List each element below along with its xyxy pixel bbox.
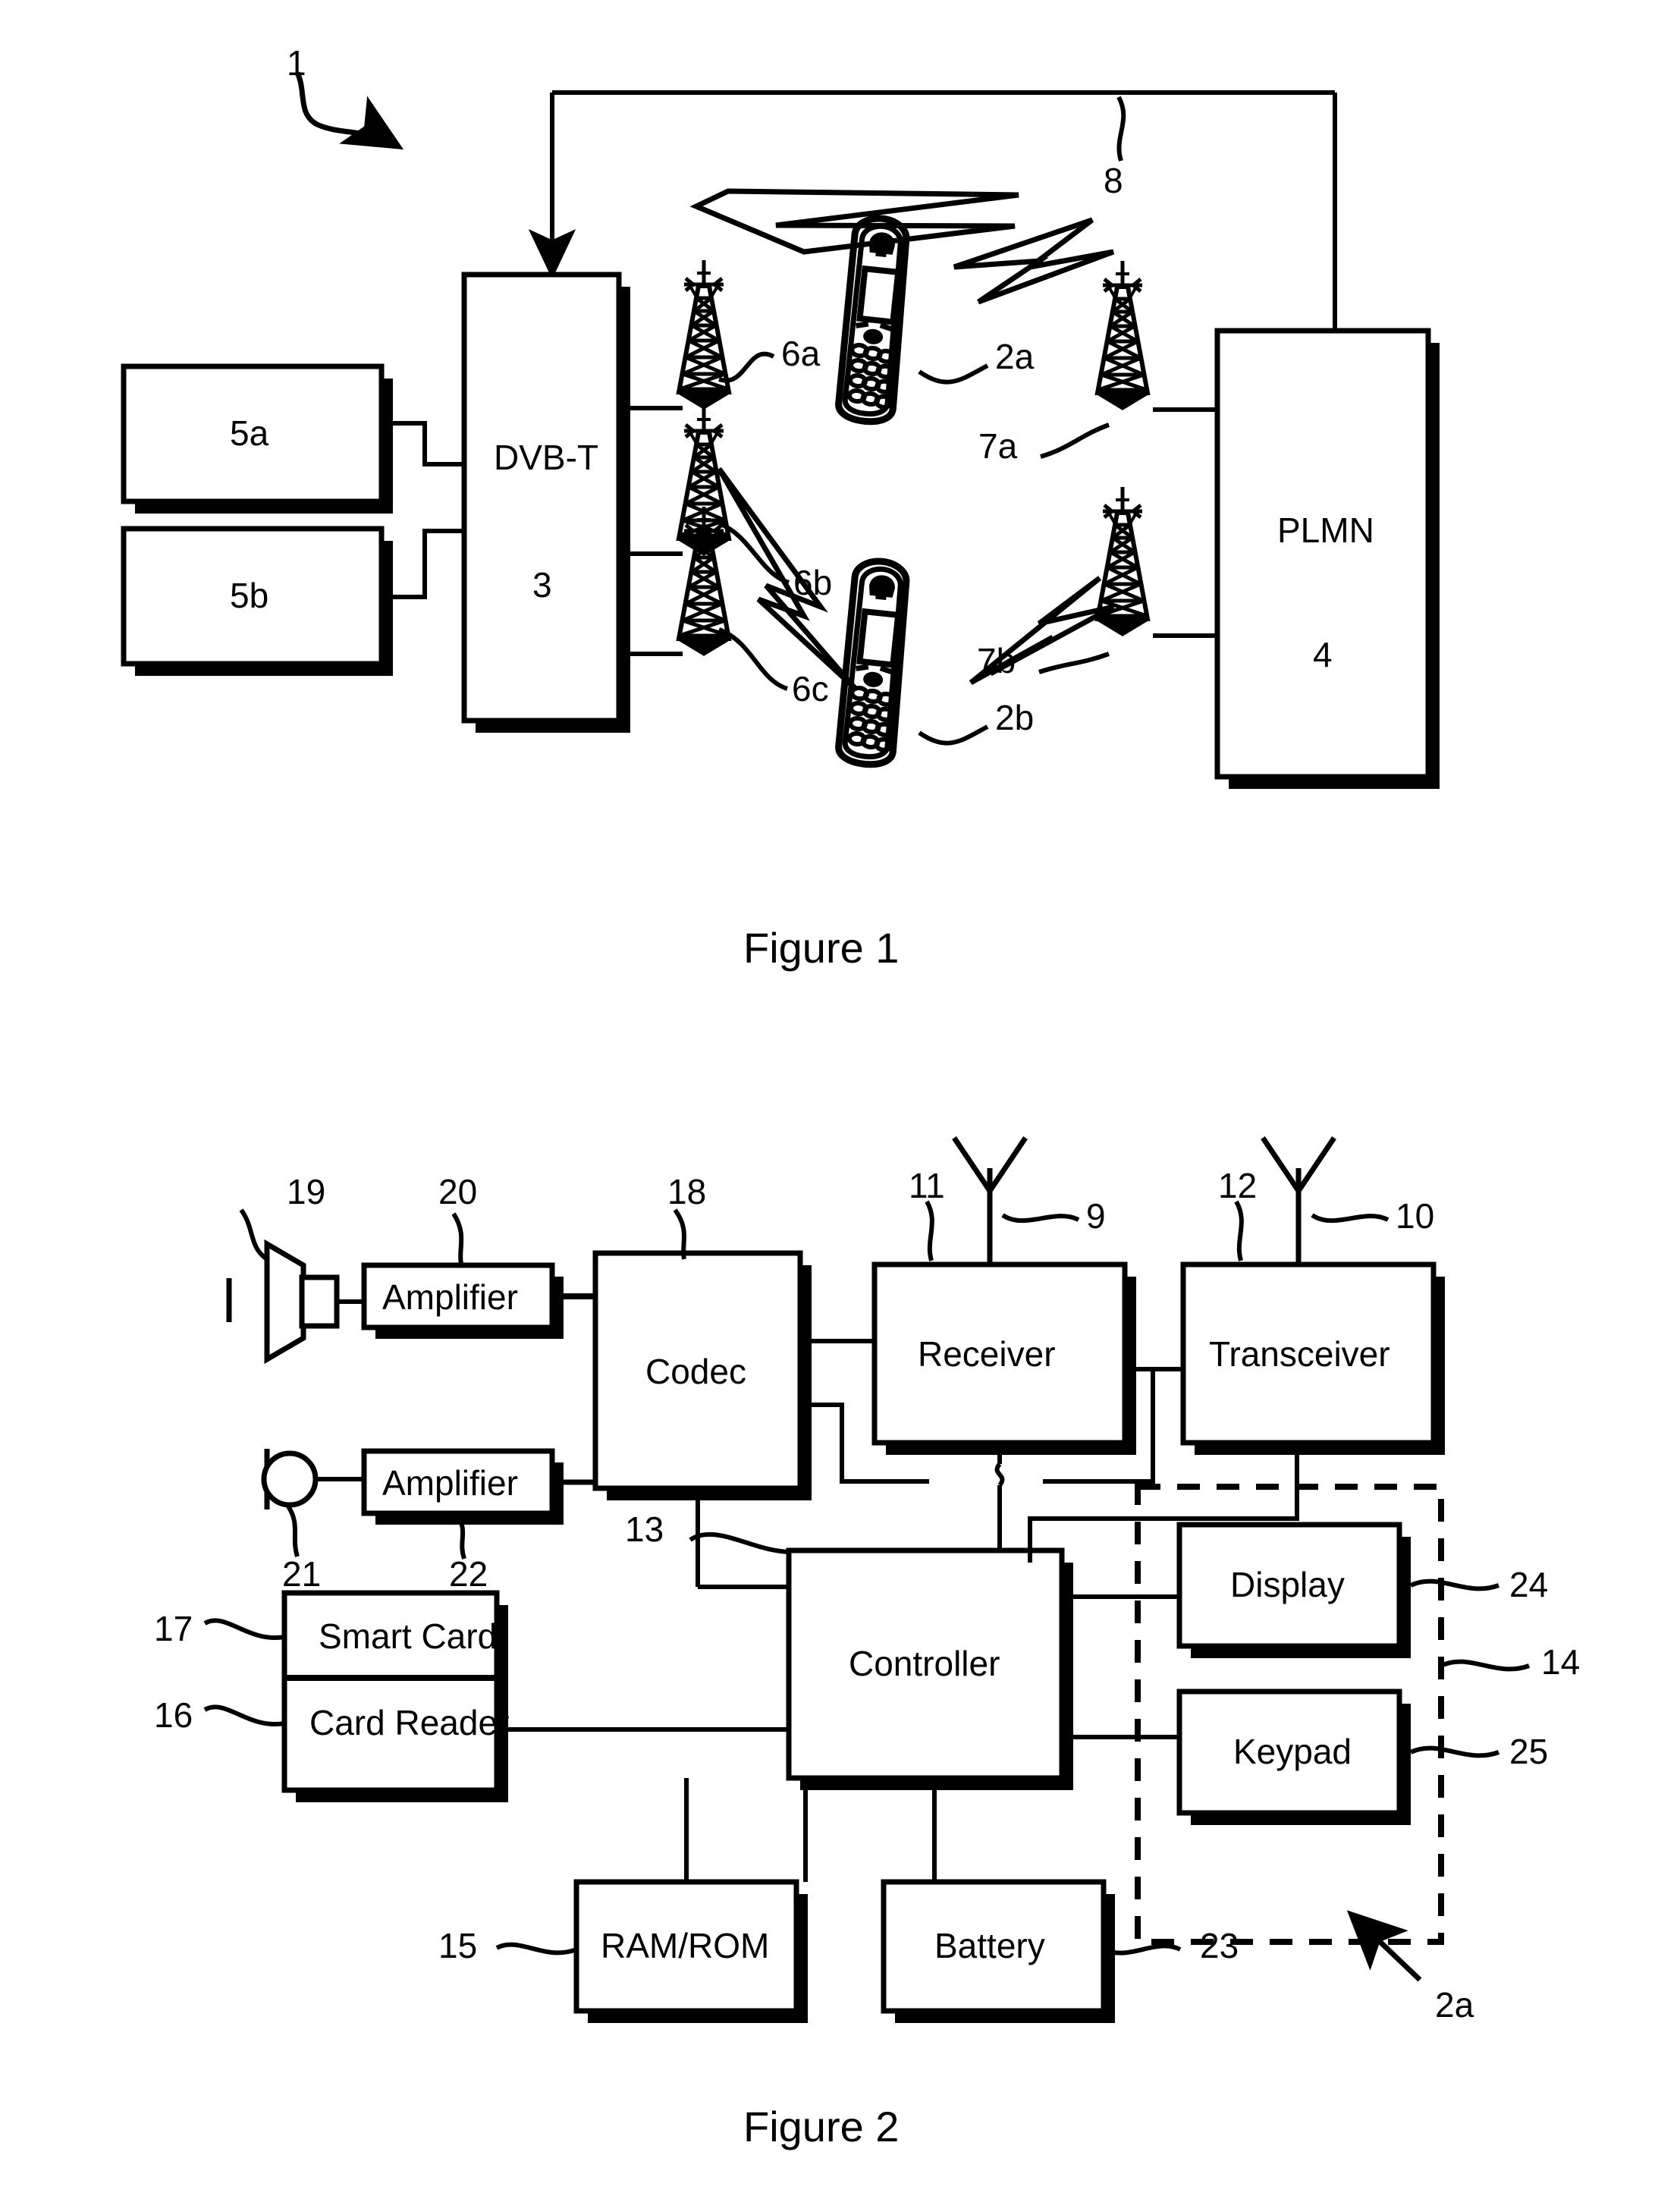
ref-label-20: 20	[438, 1172, 478, 1211]
ref-label-6c: 6c	[792, 669, 829, 708]
ref-label-17: 17	[154, 1609, 193, 1648]
block-label-amplifier-20: Amplifier	[382, 1277, 518, 1317]
ref-label-25: 25	[1509, 1732, 1549, 1771]
speaker-symbol	[264, 1239, 340, 1365]
ref-label-19: 19	[287, 1172, 326, 1211]
ref-label-16: 16	[154, 1695, 193, 1735]
ref-label-1: 1	[287, 43, 306, 83]
ref-label-9: 9	[1086, 1196, 1106, 1236]
ref-label-18: 18	[667, 1172, 707, 1211]
block-label-5a: 5a	[230, 413, 269, 453]
ref-label-8: 8	[1104, 161, 1123, 200]
block-ref-plmn: 4	[1313, 635, 1333, 674]
ref-label-24: 24	[1509, 1565, 1549, 1604]
block-label-battery: Battery	[934, 1926, 1045, 1965]
ref-label-22: 22	[449, 1554, 488, 1594]
ref-label-2b: 2b	[995, 698, 1035, 737]
ref-label-7a: 7a	[978, 426, 1018, 466]
patent-drawing-sheet: 1 8 5a 5b DVB-T 3 PLMN 4 6a 6b 6c 7a 7b …	[0, 0, 1680, 2199]
block-label-ram-rom: RAM/ROM	[601, 1926, 770, 1965]
microphone-symbol	[261, 1449, 319, 1509]
drawing-vector-layer	[121, 71, 1531, 2023]
tower-6a	[679, 260, 729, 407]
ref-label-7b: 7b	[977, 641, 1016, 680]
figure-1-graphics	[121, 71, 1440, 789]
block-label-card-reader: Card Reader	[309, 1703, 510, 1742]
figure-2-caption: Figure 2	[743, 2103, 900, 2150]
block-label-amplifier-22: Amplifier	[382, 1463, 518, 1503]
ref-label-6b: 6b	[793, 563, 833, 602]
block-label-smart-card: Smart Card	[319, 1616, 498, 1656]
ref-label-11: 11	[909, 1166, 945, 1205]
ref-label-13: 13	[625, 1509, 664, 1549]
block-label-controller: Controller	[849, 1644, 1000, 1683]
block-label-display: Display	[1230, 1565, 1345, 1604]
ref-label-12: 12	[1218, 1166, 1258, 1205]
phone-2b	[836, 559, 913, 767]
block-label-5b: 5b	[230, 576, 269, 615]
figure-1-caption: Figure 1	[743, 924, 900, 972]
block-ref-dvbt: 3	[532, 565, 552, 605]
block-label-codec: Codec	[645, 1352, 746, 1391]
ref-label-device-2a: 2a	[1435, 1985, 1474, 2025]
ref-label-10: 10	[1396, 1196, 1435, 1236]
block-label-plmn: PLMN	[1277, 510, 1374, 550]
tower-7a	[1097, 261, 1148, 408]
ref-label-2a: 2a	[995, 337, 1035, 376]
block-label-keypad: Keypad	[1233, 1732, 1352, 1771]
ref-label-23: 23	[1200, 1926, 1239, 1965]
block-label-dvbt: DVB-T	[494, 438, 598, 477]
block-label-receiver: Receiver	[918, 1334, 1056, 1374]
block-label-transceiver: Transceiver	[1209, 1334, 1390, 1374]
ref-label-21: 21	[282, 1554, 322, 1594]
ref-label-6a: 6a	[781, 334, 821, 373]
ref-label-15: 15	[438, 1926, 478, 1965]
ref-label-14: 14	[1541, 1642, 1581, 1682]
